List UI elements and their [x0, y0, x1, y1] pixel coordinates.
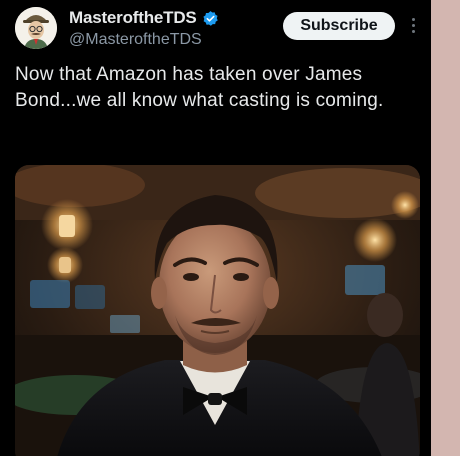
more-dot	[411, 29, 415, 33]
more-options-icon[interactable]	[408, 14, 418, 36]
avatar[interactable]	[15, 7, 57, 49]
more-dot	[411, 23, 415, 27]
display-name[interactable]: MasteroftheTDS	[69, 8, 197, 28]
subscribe-button[interactable]: Subscribe	[283, 12, 395, 40]
verified-badge-icon	[202, 10, 219, 27]
author-handle[interactable]: @MasteroftheTDS	[69, 31, 202, 49]
post-photo[interactable]	[15, 165, 420, 456]
photo-casino-portrait	[15, 165, 420, 456]
avatar-illustration	[15, 7, 57, 49]
post-card: MasteroftheTDS @MasteroftheTDS Subscribe…	[0, 0, 431, 456]
author-name-row: MasteroftheTDS	[69, 8, 219, 28]
more-dot	[411, 17, 415, 21]
post-text: Now that Amazon has taken over James Bon…	[15, 64, 384, 111]
